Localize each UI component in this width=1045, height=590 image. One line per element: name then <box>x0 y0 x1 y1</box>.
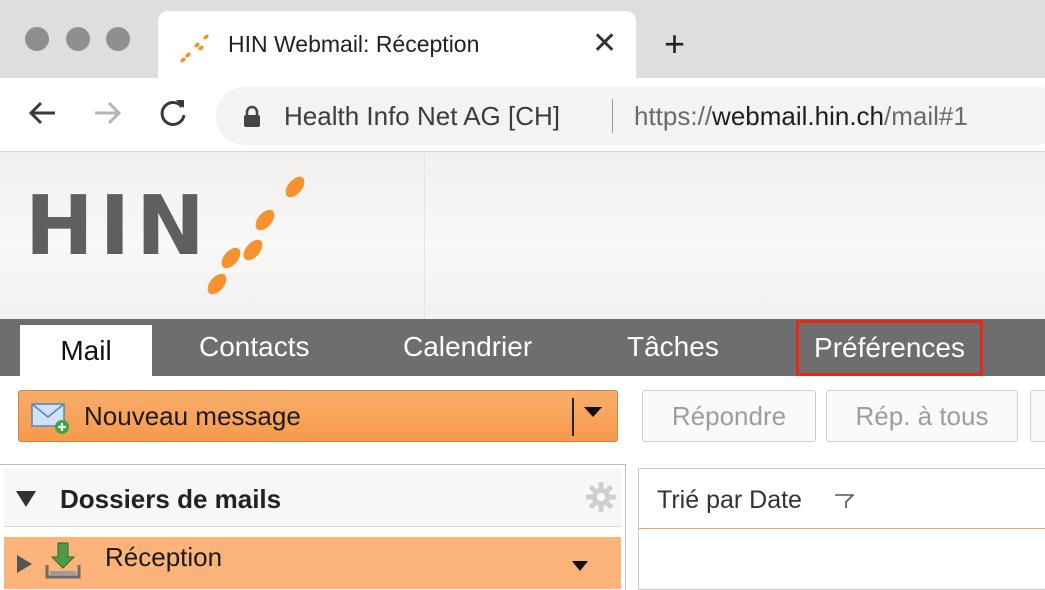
url-path: /mail#1 <box>884 101 968 131</box>
new-message-label: Nouveau message <box>84 401 301 431</box>
reply-all-button[interactable]: Rép. à tous <box>826 390 1018 442</box>
sort-filter-icon[interactable] <box>834 493 854 509</box>
message-list-header: Trié par Date <box>639 469 1045 529</box>
site-identity: Health Info Net AG [CH] <box>284 101 561 131</box>
envelope-add-icon <box>31 403 69 434</box>
header-divider <box>424 152 425 319</box>
address-bar[interactable]: Health Info Net AG [CH] https://webmail.… <box>216 87 1045 145</box>
browser-tab[interactable]: HIN Webmail: Réception ✕ <box>158 11 636 78</box>
tab-close-icon[interactable]: ✕ <box>592 27 617 61</box>
url-scheme: https:// <box>634 101 713 131</box>
browser-tab-strip: HIN Webmail: Réception ✕ + <box>0 0 1045 78</box>
inbox-download-icon <box>45 542 81 579</box>
folder-pane-title: Dossiers de mails <box>60 484 282 514</box>
compose-split-divider <box>572 398 574 436</box>
message-list-pane: Trié par Date <box>638 468 1045 590</box>
forward-arrow-icon[interactable] <box>90 96 124 130</box>
folder-pane-header: Dossiers de mails <box>4 469 621 527</box>
tab-mail[interactable]: Mail <box>20 325 152 376</box>
reply-button[interactable]: Répondre <box>642 390 816 442</box>
tab-calendar[interactable]: Calendrier <box>403 319 532 376</box>
compose-dropdown-icon[interactable] <box>584 407 602 417</box>
action-bar: Nouveau message Répondre Rép. à tous <box>0 376 1045 464</box>
svg-text:HIN: HIN <box>25 179 211 274</box>
window-minimize-button[interactable] <box>66 27 90 51</box>
folder-pane: Dossiers de mails Réception <box>0 464 626 590</box>
new-message-button[interactable]: Nouveau message <box>18 390 618 442</box>
gear-icon[interactable] <box>585 481 617 513</box>
window-maximize-button[interactable] <box>106 27 130 51</box>
collapse-triangle-icon[interactable] <box>16 491 36 507</box>
folder-menu-dropdown-icon[interactable] <box>572 561 588 571</box>
tab-title: HIN Webmail: Réception <box>228 31 480 57</box>
tab-tasks[interactable]: Tâches <box>627 319 719 376</box>
sort-label[interactable]: Trié par Date <box>657 486 802 515</box>
tab-preferences[interactable]: Préférences <box>796 320 983 376</box>
expand-triangle-icon[interactable] <box>17 555 32 573</box>
address-separator <box>612 99 613 133</box>
main-nav: Mail Contacts Calendrier Tâches Préféren… <box>0 319 1045 376</box>
reload-icon[interactable] <box>156 96 190 130</box>
folder-label-inbox: Réception <box>105 542 223 572</box>
back-arrow-icon[interactable] <box>26 96 60 130</box>
forward-button[interactable] <box>1030 390 1045 442</box>
url-text: https://webmail.hin.ch/mail#1 <box>634 101 968 132</box>
hin-favicon-icon <box>180 34 209 63</box>
lock-icon <box>244 105 260 127</box>
tab-contacts[interactable]: Contacts <box>199 319 310 376</box>
app-header: HIN <box>0 152 1045 319</box>
hin-logo: HIN <box>25 176 305 295</box>
folder-item-inbox[interactable]: Réception <box>4 537 621 589</box>
url-host: webmail.hin.ch <box>712 101 885 131</box>
window-close-button[interactable] <box>25 27 49 51</box>
new-tab-icon[interactable]: + <box>664 26 685 62</box>
browser-toolbar: Health Info Net AG [CH] https://webmail.… <box>0 78 1045 152</box>
